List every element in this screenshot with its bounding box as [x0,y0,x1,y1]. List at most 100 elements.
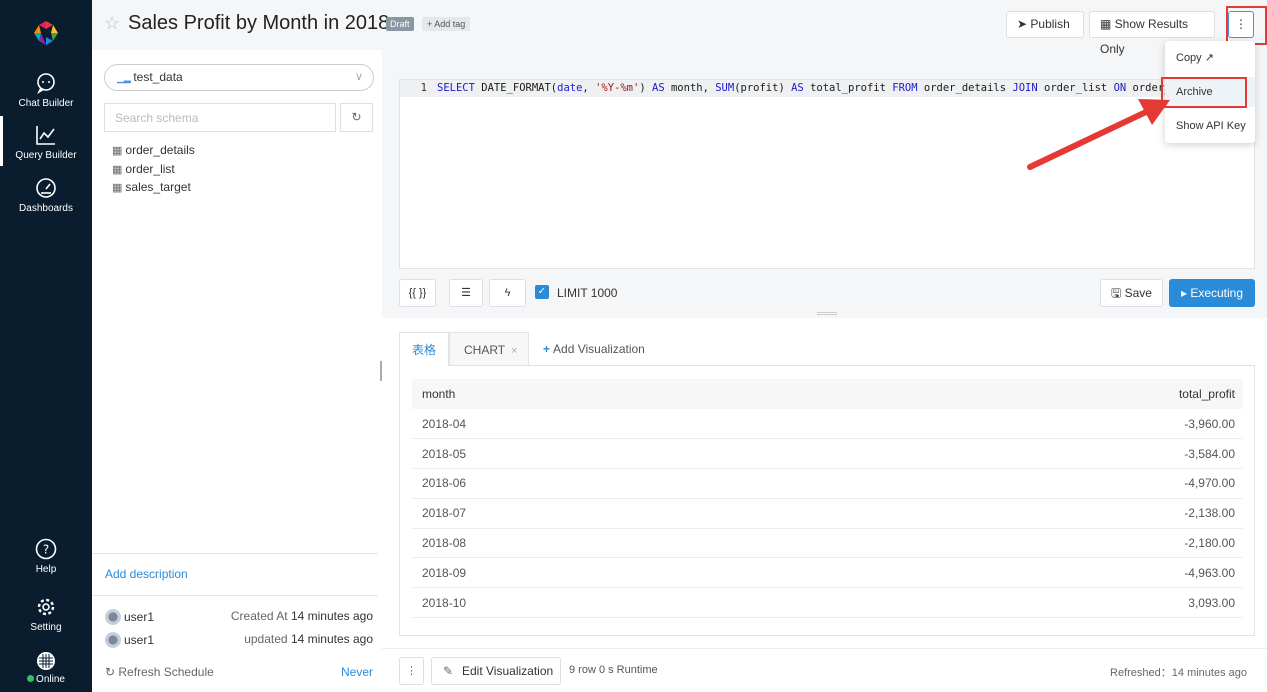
table-cell: 2018-05 [412,438,798,470]
nav-chat-builder[interactable]: Chat Builder [0,72,92,109]
table-cell: -4,970.00 [797,468,1243,499]
favorite-star-icon[interactable]: ☆ [104,13,120,34]
results-table-container: month total_profit 2018-04 -3,960.00 2018… [399,365,1255,636]
user-avatar[interactable] [36,651,56,671]
refresh-icon: ↻ [105,665,119,679]
chat-icon [37,73,55,94]
draft-badge: Draft [386,17,414,31]
send-icon: ➤ [1017,17,1031,31]
table-row: 2018-04 -3,960.00 [412,409,1243,440]
menu-item-copy[interactable]: Copy ↗ [1165,43,1255,73]
add-tag-button[interactable]: + Add tag [422,17,471,31]
limit-label: LIMIT 1000 [557,286,618,300]
created-user: user1 [124,610,155,624]
table-header-row: month total_profit [412,379,1243,409]
edit-visualization-button[interactable]: ✎ Edit Visualization [431,657,561,685]
schema-table-item[interactable]: ▦ sales_target [112,180,195,199]
table-cell: 2018-10 [412,587,798,619]
status-label: Online [36,674,65,685]
add-visualization-button[interactable]: + Add Visualization [543,332,645,366]
table-cell: -3,960.00 [797,409,1243,440]
execute-button[interactable]: ▸ Executing [1169,279,1255,307]
nav-label: Dashboards [19,203,73,214]
updated-user: user1 [124,633,155,647]
refresh-schedule-label: Refresh Schedule [118,665,214,679]
publish-button[interactable]: ➤ Publish [1006,11,1084,38]
close-icon[interactable]: × [511,345,517,357]
schema-panel: ▁▂ test_data∨ ↻ ▦order_details ▦order_li… [92,50,382,692]
editor-resize-handle[interactable] [817,312,837,315]
schema-search-input[interactable] [104,103,336,132]
line-chart-icon [36,126,55,145]
refreshed-time-value: 14 minutes ago [1171,667,1247,679]
edit-icon: ✎ [443,664,454,678]
avatar [105,632,121,648]
save-label: Save [1124,286,1152,300]
nav-query-builder[interactable]: Query Builder [0,116,92,166]
table-cell: -2,138.00 [797,498,1243,529]
table-name: order_list [125,161,175,176]
format-query-button[interactable]: ☰ [449,279,483,307]
page-title[interactable]: Sales Profit by Month in 2018 [128,12,389,35]
updated-time-value: 14 minutes ago [290,632,373,646]
nav-setting[interactable]: Setting [0,596,92,633]
autocomplete-toggle-button[interactable]: ϟ [489,279,526,307]
tab-chart-label: CHART [464,343,506,357]
refresh-schedule-value[interactable]: Never [341,665,373,679]
table-cell: 2018-07 [412,498,798,529]
avatar [105,609,121,625]
created-info: user1 Created At 14 minutes ago [105,609,373,629]
column-header[interactable]: month [412,379,798,409]
datasource-select[interactable]: ▁▂ test_data ∨ [104,64,374,91]
table-name: order_details [125,143,195,157]
column-header[interactable]: total_profit [797,379,1243,409]
footer-more-button[interactable]: ⋮ [399,657,424,685]
table-cell: 2018-04 [412,409,798,440]
annotation-box [1226,6,1267,45]
add-visualization-label: Add Visualization [553,342,645,356]
updated-info: user1 updated 14 minutes ago [105,632,373,652]
updated-time: updated 14 minutes ago [244,632,373,646]
publish-label: Publish [1030,17,1070,31]
online-status: Online [0,674,92,685]
tab-chart[interactable]: CHART × [449,332,529,366]
table-row: 2018-10 3,093.00 [412,587,1243,619]
table-row: 2018-07 -2,138.00 [412,498,1243,529]
refresh-schema-button[interactable]: ↻ [340,103,373,132]
table-row: 2018-09 -4,963.00 [412,557,1243,589]
refreshed-time: Refreshed：14 minutes ago [1110,664,1247,680]
limit-checkbox[interactable]: ✓ [535,285,549,299]
gauge-icon [36,178,56,198]
save-button[interactable]: 🖫 Save [1100,279,1163,307]
add-parameter-button[interactable]: {{ }} [399,279,436,307]
refresh-schedule-row: ↻ Refresh Schedule Never [105,665,373,685]
annotation-arrow [1027,99,1170,170]
plus-icon: + [543,342,551,356]
execute-label: Executing [1190,286,1244,300]
runtime-stats: 9 row 0 s Runtime [569,664,658,676]
table-icon: ▦ [1100,17,1115,31]
table-name: sales_target [125,180,191,194]
schema-table-item[interactable]: ▦ order_details [112,143,195,162]
nav-label: Query Builder [15,150,77,161]
nav-help[interactable]: ? Help [0,538,92,575]
tab-table[interactable]: 表格 [399,332,449,366]
created-prefix: Created At [230,609,288,623]
table-cell: 2018-06 [412,468,798,499]
add-description-link[interactable]: Add description [105,567,188,581]
show-results-only-button[interactable]: ▦ Show Results Only [1089,11,1215,56]
help-icon: ? [35,538,57,560]
nav-dashboards[interactable]: Dashboards [0,177,92,214]
refresh-icon: ↻ [351,110,362,124]
table-row: 2018-06 -4,970.00 [412,468,1243,499]
schema-table-item[interactable]: ▦ order_list [112,162,195,181]
table-icon: ▦ [112,163,123,176]
external-link-icon: ↗ [1204,52,1214,64]
page-header: ☆ Sales Profit by Month in 2018 Draft + … [92,0,1267,56]
save-icon: 🖫 [1111,286,1125,300]
table-cell: 3,093.00 [797,587,1243,619]
app-logo[interactable] [33,20,59,46]
sql-code-line: SELECT DATE_FORMAT(date, '%Y-%m') AS mon… [437,82,1190,94]
play-icon: ▸ [1180,286,1191,300]
svg-text:?: ? [43,543,49,557]
